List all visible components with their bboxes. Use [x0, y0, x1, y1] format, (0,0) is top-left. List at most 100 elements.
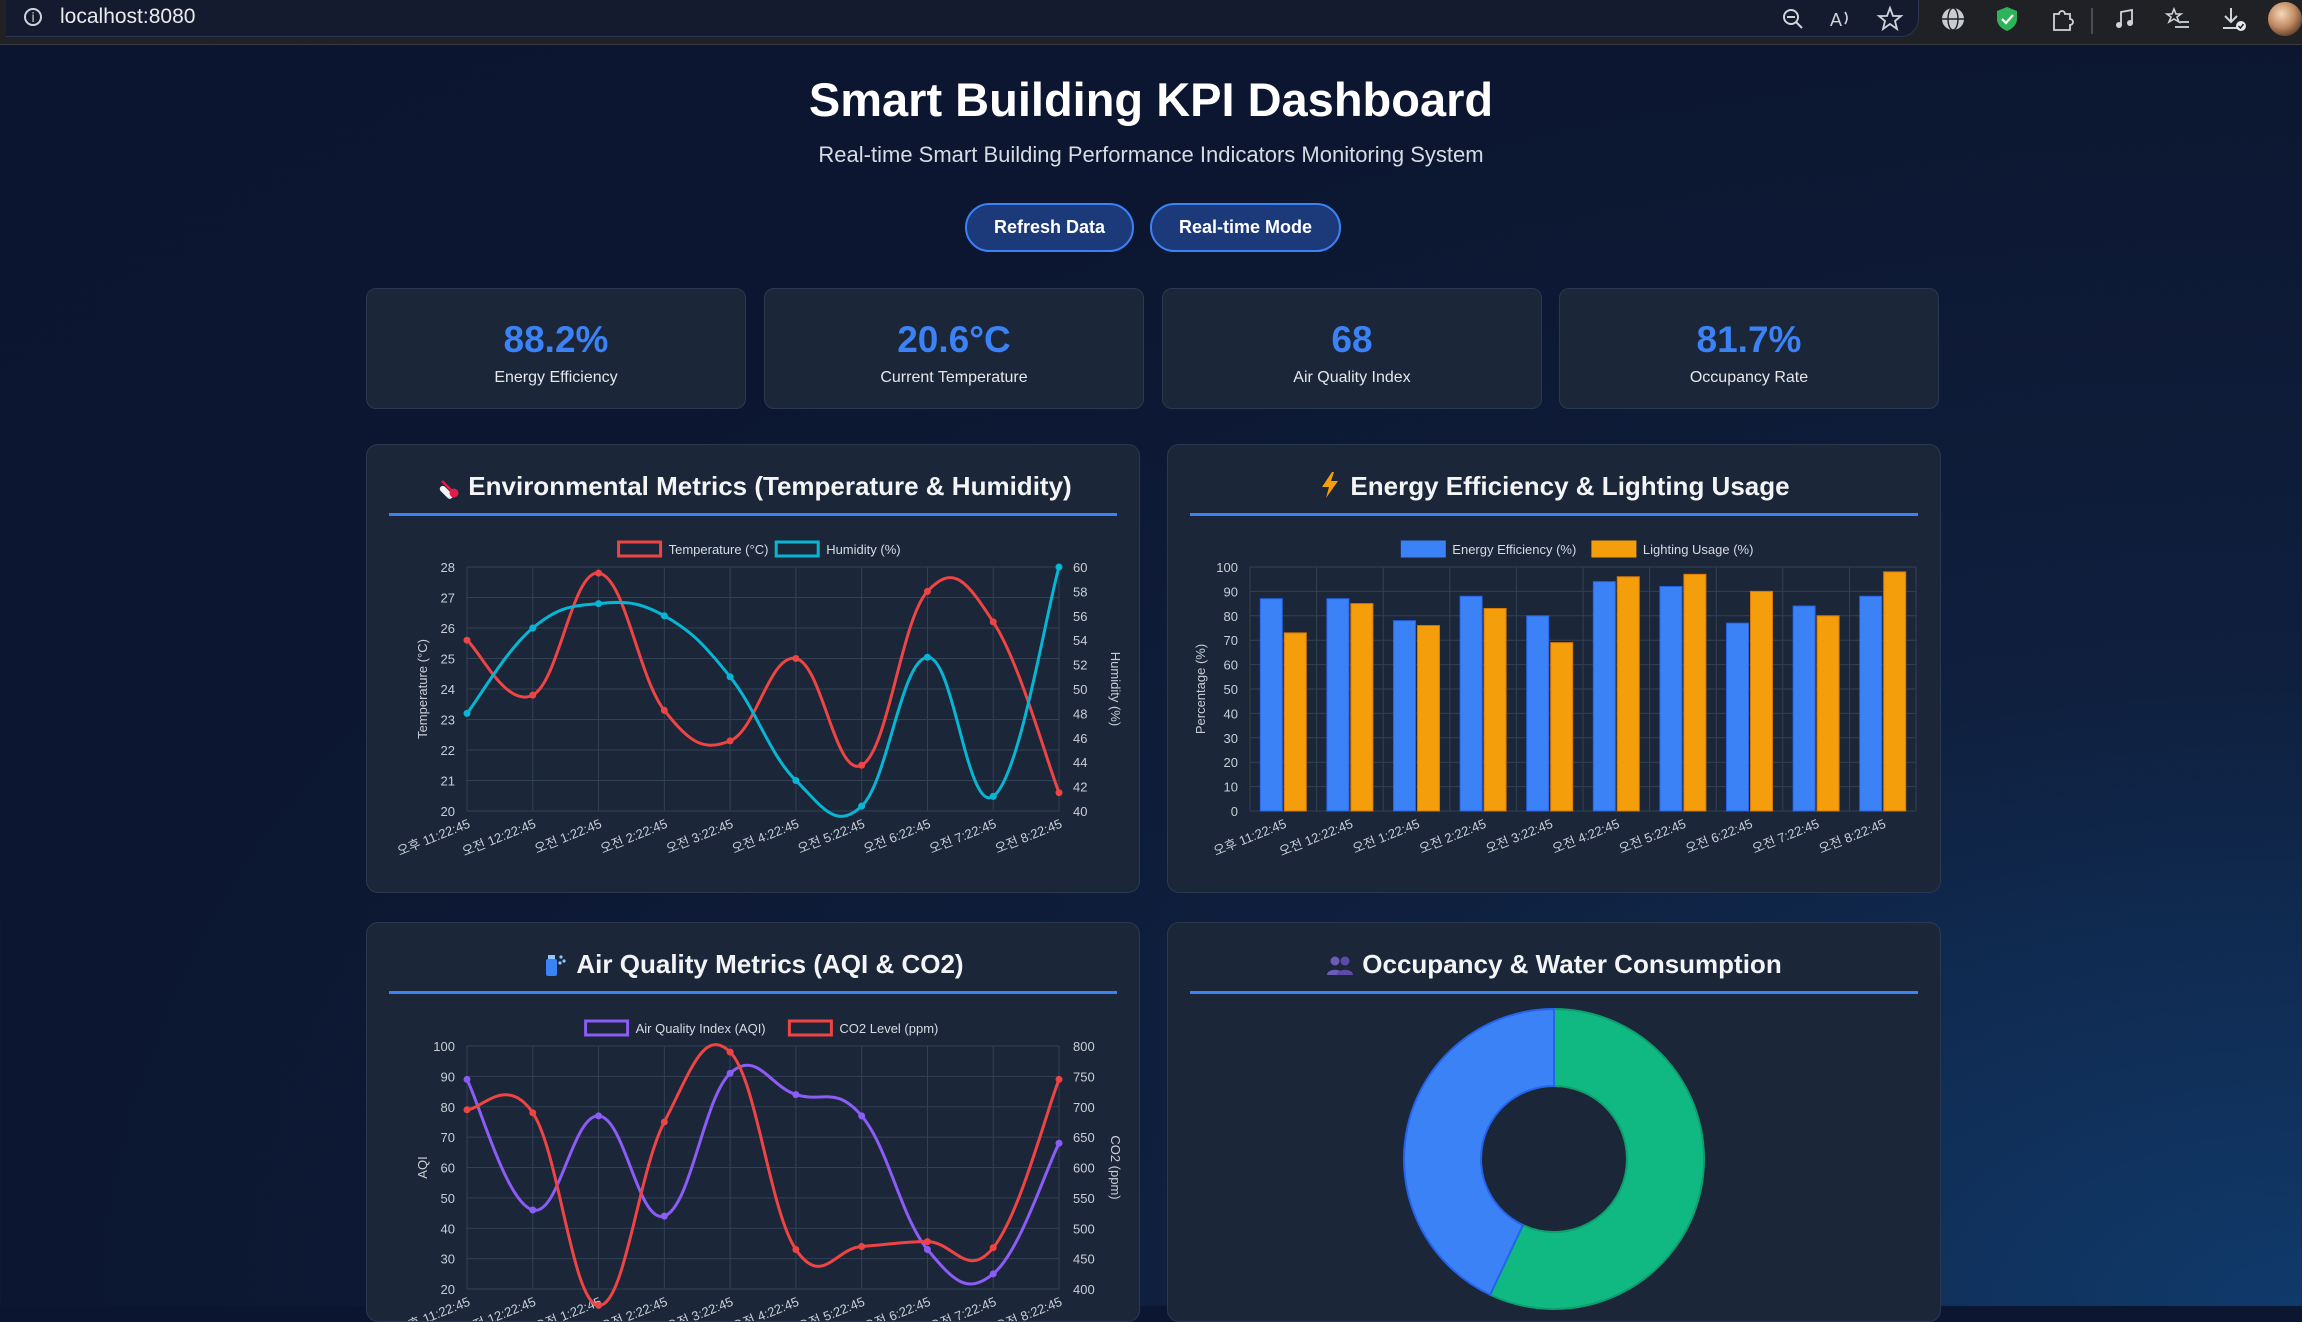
info-icon[interactable]: i	[24, 8, 42, 26]
environmental-metrics-card: Environmental Metrics (Temperature & Hum…	[366, 444, 1140, 893]
data-point	[595, 600, 603, 608]
read-aloud-icon[interactable]: A	[1827, 4, 1857, 34]
bar	[1816, 615, 1840, 812]
data-point	[726, 673, 734, 681]
y-tick-label: 0	[1231, 804, 1238, 819]
y-tick-label: 40	[1224, 706, 1238, 721]
series-line	[466, 1043, 1061, 1307]
kpi-label: Current Temperature	[880, 369, 1028, 386]
x-tick-label: 오전 12:22:45	[460, 816, 538, 859]
x-tick-label: 오전 7:22:45	[927, 816, 998, 856]
air-quality-card: Air Quality Metrics (AQI & CO2) 20 30 40 50…	[366, 922, 1140, 1322]
shield-extension-icon[interactable]	[1992, 4, 2022, 34]
y-right-tick-label: 450	[1073, 1252, 1095, 1267]
kpi-card-current-temperature: 20.6°C Current Temperature	[764, 288, 1144, 409]
x-tick-label: 오전 4:22:45	[730, 1294, 801, 1322]
occupancy-water-chart[interactable]	[1168, 923, 1941, 1322]
bar	[1683, 573, 1707, 812]
bar	[1350, 603, 1374, 812]
y-left-tick-label: 50	[441, 1191, 455, 1206]
legend-label: CO2 Level (ppm)	[839, 1021, 938, 1036]
y-tick-label: 100	[1216, 560, 1238, 575]
puzzle-extensions-icon[interactable]	[2047, 4, 2077, 34]
zoom-out-icon[interactable]	[1778, 4, 1808, 34]
y-tick-label: 70	[1224, 633, 1238, 648]
y-tick-label: 10	[1224, 780, 1238, 795]
bar	[1550, 642, 1574, 812]
energy-lighting-chart[interactable]: 0 10 20 30 40 50 60 70 80 90 100 오후 11:22:45오전 12:2…	[1168, 445, 1941, 893]
data-point	[923, 1246, 931, 1254]
data-point	[660, 612, 668, 620]
downloads-icon[interactable]	[2218, 4, 2248, 34]
x-tick-label: 오전 8:22:45	[993, 1294, 1064, 1322]
x-tick-label: 오전 5:22:45	[795, 816, 866, 856]
data-point	[989, 1244, 997, 1252]
y-left-tick-label: 60	[441, 1161, 455, 1176]
environmental-metrics-chart[interactable]: 20 21 22 23 24 25 26 27 28 40 42 44 46 48 50 52 54 56 58 60…	[367, 445, 1140, 893]
y-tick-label: 50	[1224, 682, 1238, 697]
data-point	[463, 1075, 471, 1083]
favorites-list-icon[interactable]	[2163, 4, 2193, 34]
x-tick-label: 오전 2:22:45	[598, 816, 669, 856]
legend-swatch	[1400, 540, 1446, 558]
address-bar[interactable]: i localhost:8080	[6, 0, 1919, 37]
y-left-tick-label: 23	[441, 713, 455, 728]
kpi-label: Occupancy Rate	[1689, 369, 1809, 386]
y-right-tick-label: 52	[1073, 658, 1087, 673]
realtime-mode-button[interactable]: Real-time Mode	[1150, 203, 1341, 252]
data-point	[858, 1112, 866, 1120]
x-tick-label: 오전 8:22:45	[1816, 816, 1887, 856]
media-icon[interactable]	[2110, 4, 2140, 34]
kpi-value: 88.2%	[503, 319, 609, 360]
refresh-data-button[interactable]: Refresh Data	[965, 203, 1134, 252]
toolbar-separator	[2091, 8, 2093, 34]
x-tick-label: 오전 1:22:45	[532, 1294, 603, 1322]
bar	[1659, 586, 1683, 812]
x-tick-label: 오후 11:22:45	[1211, 816, 1288, 859]
legend-label: Temperature (°C)	[669, 542, 769, 557]
x-tick-label: 오전 2:22:45	[1417, 816, 1488, 856]
bar	[1326, 598, 1350, 812]
occupancy-water-card: Occupancy & Water Consumption	[1167, 922, 1941, 1322]
bar	[1859, 595, 1883, 812]
data-point	[858, 761, 866, 769]
y-left-tick-label: 90	[441, 1069, 455, 1084]
data-point	[858, 1242, 866, 1250]
energy-lighting-card: Energy Efficiency & Lighting Usage 0 10 20…	[1167, 444, 1941, 893]
y-left-tick-label: 28	[441, 560, 455, 575]
y-right-tick-label: 650	[1073, 1130, 1095, 1145]
data-point	[923, 587, 931, 595]
x-tick-label: 오후 11:22:45	[395, 816, 472, 859]
y-axis-label: Percentage (%)	[1193, 644, 1208, 734]
data-point	[463, 636, 471, 644]
y-right-tick-label: 42	[1073, 780, 1087, 795]
favorite-star-icon[interactable]	[1875, 4, 1905, 34]
data-point	[660, 1212, 668, 1220]
x-tick-label: 오전 8:22:45	[993, 816, 1064, 856]
x-tick-label: 오전 12:22:45	[1277, 816, 1355, 859]
y-left-tick-label: 20	[441, 1282, 455, 1297]
data-point	[595, 1112, 603, 1120]
bar	[1259, 598, 1283, 812]
data-point	[1055, 1075, 1063, 1083]
y-left-tick-label: 26	[441, 621, 455, 636]
y-left-tick-label: 30	[441, 1252, 455, 1267]
data-point	[529, 1109, 537, 1117]
data-point	[858, 802, 866, 810]
legend-label: Air Quality Index (AQI)	[636, 1021, 766, 1036]
data-point	[463, 1106, 471, 1114]
data-point	[989, 792, 997, 800]
y-left-axis-label: AQI	[415, 1156, 430, 1178]
air-quality-chart[interactable]: 20 30 40 50 60 70 80 90 100 400 450 500 550 600 650 700…	[367, 923, 1140, 1322]
y-left-tick-label: 24	[441, 682, 455, 697]
url-text[interactable]: localhost:8080	[60, 5, 195, 29]
x-tick-label: 오전 1:22:45	[532, 816, 603, 856]
bar	[1283, 632, 1307, 812]
data-point	[726, 1048, 734, 1056]
profile-avatar[interactable]	[2268, 2, 2302, 36]
legend-label: Energy Efficiency (%)	[1452, 542, 1576, 557]
x-tick-label: 오후 11:22:45	[395, 1294, 472, 1322]
globe-extension-icon[interactable]	[1938, 4, 1968, 34]
page-subtitle: Real-time Smart Building Performance Ind…	[818, 142, 1484, 167]
y-right-tick-label: 750	[1073, 1069, 1095, 1084]
